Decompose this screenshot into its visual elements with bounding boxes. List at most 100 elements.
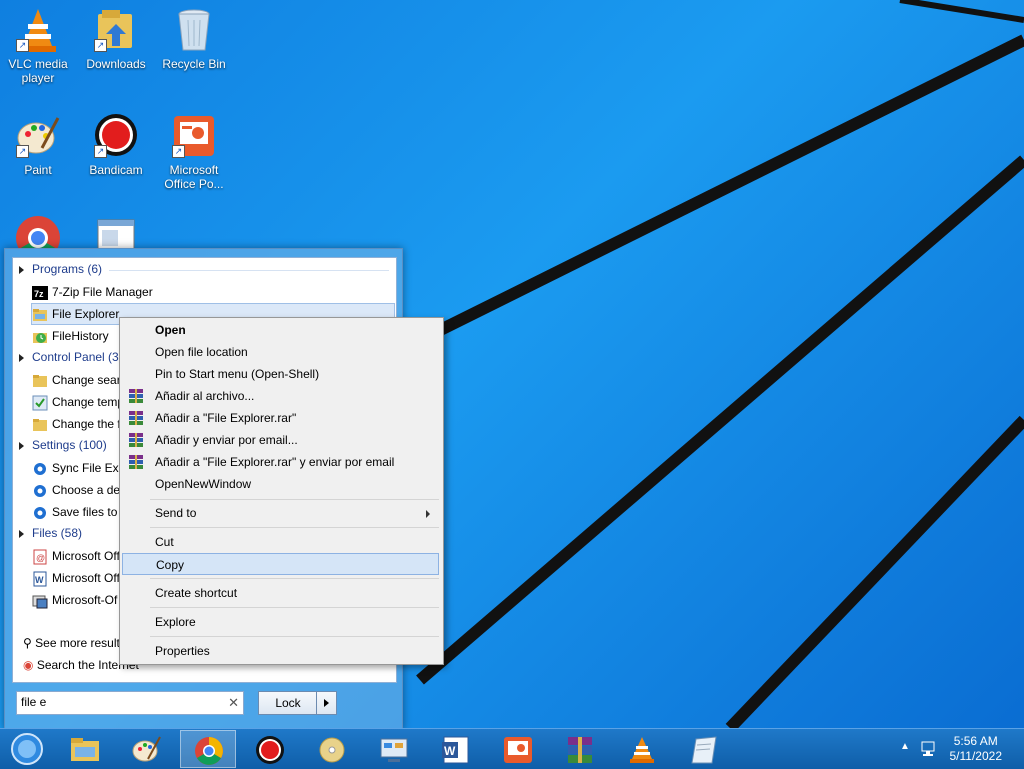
taskbar-disc-app[interactable]: [304, 730, 360, 768]
folder-options-icon: [32, 417, 48, 433]
menu-item-winrar-add-rar-email[interactable]: Añadir a "File Explorer.rar" y enviar po…: [122, 451, 439, 473]
gear-icon: [32, 461, 48, 477]
paint-palette-icon: ↗: [14, 112, 62, 160]
word-file-icon: W: [32, 571, 48, 587]
taskbar-vlc[interactable]: [614, 730, 670, 768]
network-icon[interactable]: [920, 739, 938, 760]
menu-item-send-to[interactable]: Send to: [122, 502, 439, 524]
menu-separator: [150, 636, 439, 637]
menu-item-open-new-window[interactable]: OpenNewWindow: [122, 473, 439, 495]
taskbar-chrome[interactable]: [180, 730, 236, 768]
winrar-icon: [129, 433, 143, 447]
search-input[interactable]: [17, 692, 211, 712]
taskbar-notes-app[interactable]: [676, 730, 732, 768]
winrar-icon: [568, 737, 592, 763]
start-search-box[interactable]: ✕: [16, 691, 244, 715]
shortcut-arrow-icon: ↗: [16, 39, 29, 52]
file-explorer-folder-icon: [32, 307, 48, 323]
menu-item-copy[interactable]: Copy: [122, 553, 439, 575]
menu-item-pin-start[interactable]: Pin to Start menu (Open-Shell): [122, 363, 439, 385]
desktop-icon-label: Bandicam: [89, 163, 143, 177]
menu-item-open[interactable]: Open: [122, 319, 439, 341]
menu-separator: [150, 527, 439, 528]
taskbar-winrar[interactable]: [552, 730, 608, 768]
group-files[interactable]: Files (58): [19, 526, 82, 540]
shortcut-arrow-icon: ↗: [16, 145, 29, 158]
window-document-icon: [92, 214, 140, 248]
winrar-icon: [129, 389, 143, 403]
clock-date: 5/11/2022: [949, 749, 1003, 763]
chrome-icon: [195, 737, 223, 765]
group-control-panel[interactable]: Control Panel (30): [19, 350, 129, 364]
group-programs[interactable]: Programs (6): [19, 262, 102, 276]
bandicam-record-icon: ↗: [92, 112, 140, 160]
lock-button[interactable]: Lock: [258, 691, 318, 715]
expand-triangle-icon: [19, 353, 24, 362]
svg-text:@: @: [36, 553, 45, 563]
search-icon: ⚲: [23, 636, 32, 650]
control-panel-icon: [380, 738, 408, 762]
file-history-icon: [32, 329, 48, 345]
menu-item-explore[interactable]: Explore: [122, 611, 439, 633]
desktop-icon-label: Microsoft Office Po...: [164, 163, 224, 191]
menu-separator: [150, 499, 439, 500]
show-hidden-icons-button[interactable]: ▲: [900, 741, 910, 752]
desktop-icon-label: Downloads: [86, 57, 146, 71]
desktop-icon-vlc[interactable]: ↗ VLC media player: [2, 6, 74, 85]
taskbar: W ▲ 5:56 AM 5/11/2022: [0, 728, 1024, 769]
desktop-icon-chrome[interactable]: [2, 214, 74, 248]
lock-options-arrow-button[interactable]: [316, 691, 337, 715]
desktop-icon-document[interactable]: [80, 214, 152, 248]
menu-item-cut[interactable]: Cut: [122, 531, 439, 553]
menu-separator: [150, 578, 439, 579]
menu-item-winrar-add-rar[interactable]: Añadir a "File Explorer.rar": [122, 407, 439, 429]
taskbar-word[interactable]: W: [428, 730, 484, 768]
taskbar-paint[interactable]: [118, 730, 174, 768]
folder-download-icon: ↗: [92, 6, 140, 54]
desktop-icon-recycle-bin[interactable]: Recycle Bin: [158, 6, 230, 71]
gear-icon: [32, 483, 48, 499]
folder-icon: [71, 738, 99, 761]
taskbar-control-panel[interactable]: [366, 730, 422, 768]
menu-item-open-file-location[interactable]: Open file location: [122, 341, 439, 363]
expand-triangle-icon: [19, 441, 24, 450]
expand-triangle-icon: [19, 529, 24, 538]
menu-item-properties[interactable]: Properties: [122, 640, 439, 662]
group-settings[interactable]: Settings (100): [19, 438, 107, 452]
result-7zip[interactable]: 7z 7-Zip File Manager: [32, 282, 392, 302]
svg-text:W: W: [35, 575, 44, 585]
see-more-results-link[interactable]: ⚲ See more results: [23, 636, 126, 650]
chrome-icon: [14, 214, 62, 248]
system-clock[interactable]: 5:56 AM 5/11/2022: [950, 734, 1003, 764]
task-check-icon: [32, 395, 48, 411]
clear-search-icon[interactable]: ✕: [228, 695, 239, 711]
desktop-icon-powerpoint[interactable]: ↗ Microsoft Office Po...: [158, 112, 230, 191]
desktop-icon-label: Paint: [24, 163, 52, 177]
shortcut-arrow-icon: ↗: [172, 145, 185, 158]
menu-item-create-shortcut[interactable]: Create shortcut: [122, 582, 439, 604]
svg-text:7z: 7z: [34, 289, 44, 299]
office-setup-icon: [32, 593, 48, 609]
desktop-icon-paint[interactable]: ↗ Paint: [2, 112, 74, 177]
desktop-icon-label: Recycle Bin: [162, 57, 226, 71]
office-file-icon: @: [32, 549, 48, 565]
vlc-icon: ↗: [14, 6, 62, 54]
taskbar-powerpoint[interactable]: [490, 730, 546, 768]
winrar-icon: [129, 411, 143, 425]
chrome-small-icon: ◉: [23, 658, 34, 672]
taskbar-file-explorer[interactable]: [57, 730, 113, 768]
recycle-bin-icon: [170, 6, 218, 54]
desktop-icon-bandicam[interactable]: ↗ Bandicam: [80, 112, 152, 177]
context-menu: Open Open file location Pin to Start men…: [119, 317, 444, 665]
menu-item-winrar-add[interactable]: Añadir al archivo...: [122, 385, 439, 407]
desktop-icon-downloads[interactable]: ↗ Downloads: [80, 6, 152, 71]
clock-time: 5:56 AM: [953, 734, 998, 748]
gear-icon: [32, 505, 48, 521]
taskbar-bandicam[interactable]: [242, 730, 298, 768]
start-orb-icon: [11, 733, 43, 765]
winrar-icon: [129, 455, 143, 469]
shortcut-arrow-icon: ↗: [94, 39, 107, 52]
menu-item-winrar-email[interactable]: Añadir y enviar por email...: [122, 429, 439, 451]
start-button[interactable]: [0, 730, 56, 768]
shortcut-arrow-icon: ↗: [94, 145, 107, 158]
